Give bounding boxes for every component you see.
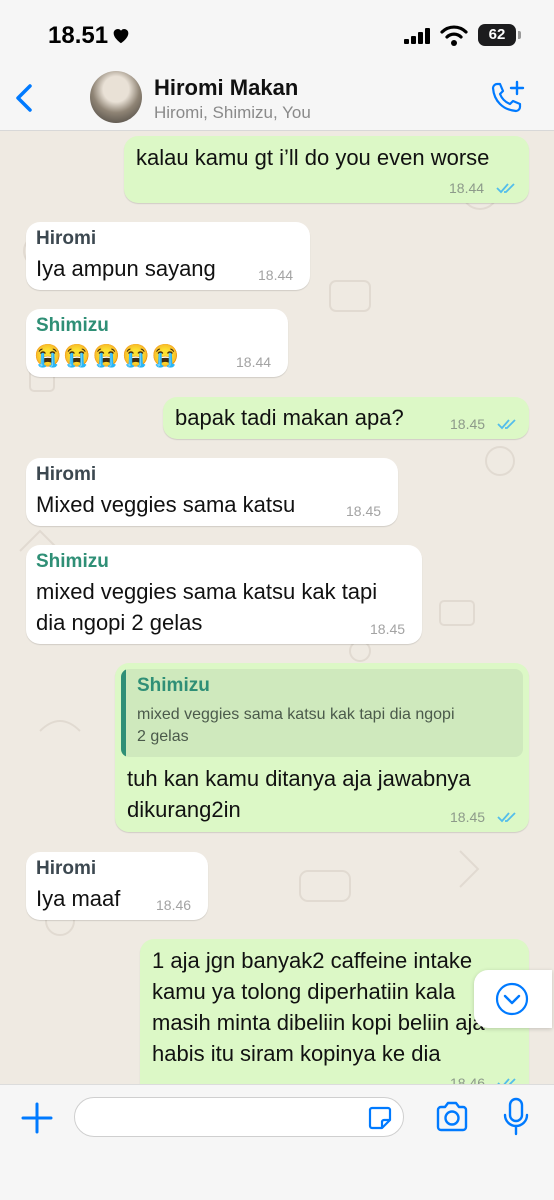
message-time: 18.45 — [450, 416, 486, 432]
back-chevron-icon[interactable] — [10, 80, 40, 116]
message-text-line: dia ngopi 2 gelas — [36, 610, 203, 635]
sticker-icon[interactable] — [367, 1105, 393, 1131]
battery-tip — [518, 31, 521, 39]
quoted-reply-bar — [121, 669, 126, 757]
camera-icon[interactable] — [434, 1100, 470, 1134]
battery-indicator: 62 — [478, 24, 516, 46]
message-bubble-incoming[interactable]: Hiromi Mixed veggies sama katsu 18.45 — [26, 458, 398, 526]
message-bubble-outgoing[interactable]: kalau kamu gt i’ll do you even worse 18.… — [124, 136, 529, 203]
message-text-line: dikurang2in — [127, 797, 241, 822]
add-call-icon[interactable] — [487, 80, 527, 116]
message-input[interactable] — [74, 1097, 404, 1137]
wifi-icon — [440, 25, 468, 46]
quoted-sender-name: Shimizu — [137, 675, 210, 696]
read-ticks-icon — [497, 419, 516, 430]
message-text: bapak tadi makan apa? — [175, 405, 404, 430]
message-list[interactable]: kalau kamu gt i’ll do you even worse 18.… — [0, 131, 554, 1084]
message-text-line: kamu ya tolong diperhatiin kala — [152, 979, 456, 1004]
signal-icon — [404, 28, 430, 44]
message-text-line: 1 aja jgn banyak2 caffeine intake — [152, 948, 473, 973]
message-time: 18.46 — [450, 1075, 486, 1084]
read-ticks-icon — [496, 183, 515, 194]
message-bubble-incoming[interactable]: Hiromi Iya maaf 18.46 — [26, 852, 208, 920]
status-time: 18.51 — [48, 22, 109, 49]
quoted-text: mixed veggies sama katsu kak tapi dia ng… — [137, 704, 517, 748]
read-ticks-icon — [497, 812, 516, 823]
quoted-text-line: mixed veggies sama katsu kak tapi dia ng… — [137, 706, 455, 723]
quoted-text-line: 2 gelas — [137, 728, 189, 745]
sender-name: Shimizu — [36, 315, 109, 336]
group-avatar[interactable] — [90, 71, 142, 123]
message-time: 18.45 — [450, 809, 486, 825]
chevron-down-circle-icon — [495, 982, 529, 1016]
message-time: 18.45 — [370, 621, 406, 637]
heart-icon — [113, 29, 129, 44]
message-bubble-outgoing[interactable]: bapak tadi makan apa? 18.45 — [163, 397, 529, 439]
message-time: 18.45 — [346, 503, 382, 519]
sender-name: Hiromi — [36, 464, 97, 485]
composer-bar — [0, 1084, 554, 1200]
read-ticks-icon — [497, 1078, 516, 1084]
chat-header: Hiromi Makan Hiromi, Shimizu, You — [0, 70, 554, 131]
message-time: 18.44 — [236, 354, 272, 370]
chat-participants[interactable]: Hiromi, Shimizu, You — [154, 103, 311, 123]
message-bubble-incoming[interactable]: Shimizu 😭😭😭😭😭 18.44 — [26, 309, 288, 377]
message-bubble-outgoing[interactable]: 1 aja jgn banyak2 caffeine intake kamu y… — [140, 939, 529, 1084]
message-bubble-outgoing[interactable]: Shimizu mixed veggies sama katsu kak tap… — [115, 663, 529, 832]
message-bubble-incoming[interactable]: Hiromi Iya ampun sayang 18.44 — [26, 222, 310, 290]
message-text: Iya maaf — [36, 886, 121, 911]
message-text-line: habis itu siram kopinya ke dia — [152, 1041, 441, 1066]
message-text-line: mixed veggies sama katsu kak tapi — [36, 579, 378, 604]
sender-name: Hiromi — [36, 858, 97, 879]
message-text: Iya ampun sayang — [36, 256, 216, 281]
quoted-reply[interactable]: Shimizu mixed veggies sama katsu kak tap… — [121, 669, 523, 757]
message-time: 18.44 — [258, 267, 294, 283]
status-bar: 18.51 62 — [0, 0, 554, 70]
plus-icon[interactable] — [20, 1101, 54, 1135]
message-text-line: tuh kan kamu ditanya aja jawabnya — [127, 766, 471, 791]
sender-name: Hiromi — [36, 228, 97, 249]
sender-name: Shimizu — [36, 551, 109, 572]
message-time: 18.44 — [449, 180, 485, 196]
message-text: Mixed veggies sama katsu — [36, 492, 296, 517]
message-text: kalau kamu gt i’ll do you even worse — [136, 145, 490, 170]
microphone-icon[interactable] — [502, 1097, 530, 1137]
message-text: 😭😭😭😭😭 — [34, 343, 181, 368]
message-text-line: masih minta dibeliin kopi beliin aja — [152, 1010, 485, 1035]
chat-title[interactable]: Hiromi Makan — [154, 75, 298, 101]
message-time: 18.46 — [156, 897, 192, 913]
scroll-to-bottom-button[interactable] — [474, 970, 552, 1028]
message-bubble-incoming[interactable]: Shimizu mixed veggies sama katsu kak tap… — [26, 545, 422, 644]
